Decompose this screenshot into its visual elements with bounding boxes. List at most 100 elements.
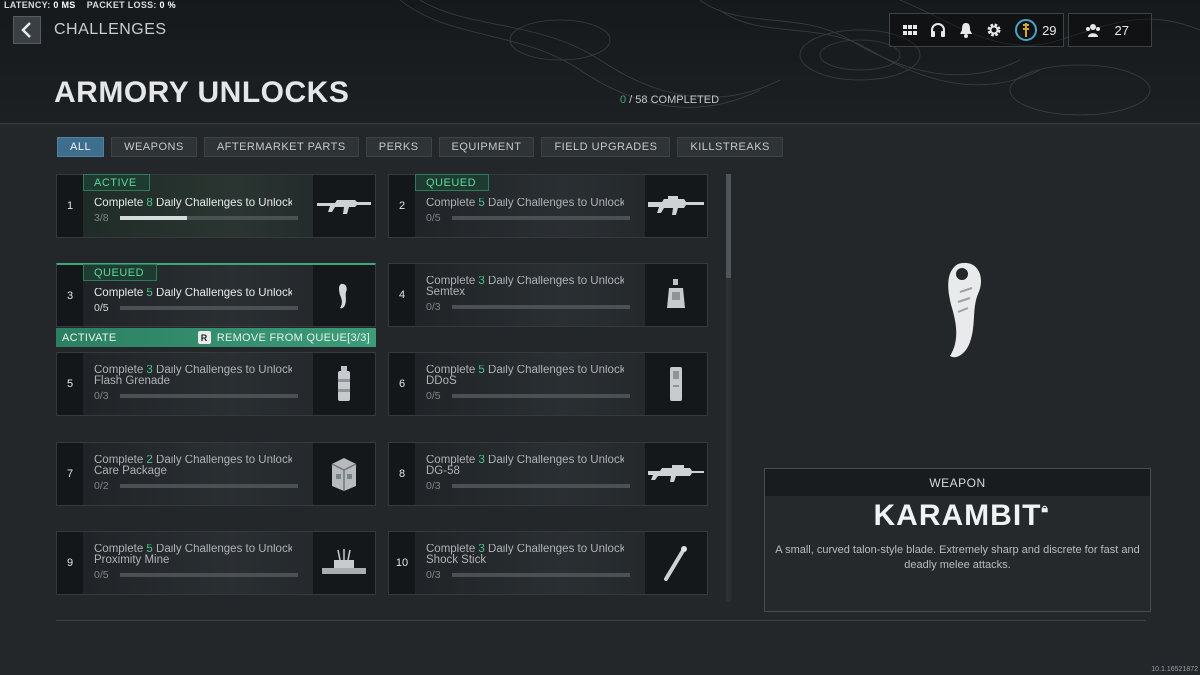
desc-suffix: Daily Challenges to Unlock: [484, 544, 624, 555]
challenge-card-3[interactable]: 3 QUEUED Complete 5 Daily Challenges to …: [56, 263, 376, 327]
r-key-icon: R: [197, 331, 211, 344]
ddos-icon: [670, 367, 682, 401]
challenge-card-6[interactable]: 6 Complete 5 Daily Challenges to Unlock D…: [388, 352, 708, 416]
queued-badge: QUEUED: [415, 174, 490, 191]
desc-prefix: Complete: [426, 198, 479, 209]
challenge-card-7[interactable]: 7 Complete 2 Daily Challenges to Unlock C…: [56, 442, 376, 506]
karambit-icon: [339, 283, 347, 308]
item-thumbnail: [313, 265, 375, 326]
desc-suffix: Daily Challenges to Unlock: [152, 544, 292, 555]
desc-prefix: Complete: [94, 198, 147, 209]
progress-bar: [120, 484, 298, 488]
challenge-description: Complete 5 Daily Challenges to Unlock Hi: [426, 198, 624, 209]
tab-equipment[interactable]: EQUIPMENT: [438, 137, 535, 157]
progress-fill: [120, 216, 187, 220]
active-badge: ACTIVE: [83, 174, 150, 191]
proximity-mine-icon: [322, 549, 366, 574]
network-stats: LATENCY: 0 MS PACKET LOSS: 0 %: [4, 0, 176, 10]
build-version: 10.1.16521872: [1151, 666, 1198, 673]
challenge-card-1[interactable]: 1 ACTIVE Complete 8 Daily Challenges to …: [56, 174, 376, 238]
karambit-preview-icon: [948, 262, 982, 358]
progress-row: 0/2: [94, 480, 298, 492]
challenge-card-8[interactable]: 8 Complete 3 Daily Challenges to Unlock D…: [388, 442, 708, 506]
tab-killstreaks[interactable]: KILLSTREAKS: [677, 137, 783, 157]
progress-row: 0/5: [426, 212, 630, 224]
tab-weapons[interactable]: WEAPONS: [111, 137, 197, 157]
challenge-card-10[interactable]: 10 Complete 3 Daily Challenges to Unlock…: [388, 531, 708, 595]
item-name-wrap: KARAMBIT 🔒︎: [765, 499, 1150, 533]
progress-bar: [452, 484, 630, 488]
challenge-card-9[interactable]: 9 Complete 5 Daily Challenges to Unlock P…: [56, 531, 376, 595]
progress-label: 0/3: [94, 390, 109, 402]
challenge-card-2[interactable]: 2 QUEUED Complete 5 Daily Challenges to …: [388, 174, 708, 238]
list-scrollbar[interactable]: [726, 174, 731, 602]
progress-row: 0/5: [94, 302, 298, 314]
challenge-card-4[interactable]: 4 Complete 3 Daily Challenges to Unlock S…: [388, 263, 708, 327]
challenge-description: Complete 3 Daily Challenges to Unlock Fla…: [94, 365, 292, 387]
desc-suffix: Daily Challenges to Unlock: [484, 365, 624, 376]
latency-value: 0 MS: [53, 0, 76, 10]
progress-label: 0/3: [426, 480, 441, 492]
gear-icon[interactable]: [980, 16, 1008, 44]
scrollbar-thumb[interactable]: [726, 174, 731, 278]
latency-label: LATENCY:: [4, 0, 51, 10]
remove-from-queue-button[interactable]: R REMOVE FROM QUEUE[3/3]: [197, 331, 370, 344]
progress-bar: [452, 573, 630, 577]
item-description: A small, curved talon-style blade. Extre…: [775, 544, 1140, 571]
assault-rifle-icon: [317, 200, 371, 214]
rank-medal-icon: [1015, 19, 1038, 41]
top-right-toolbar: 29 27: [889, 13, 1152, 47]
queue-action-bar: ACTIVATE R REMOVE FROM QUEUE[3/3]: [56, 328, 376, 347]
system-icons: 29: [889, 13, 1064, 47]
completion-counter: 0 / 58 COMPLETED: [620, 94, 719, 106]
tab-perks[interactable]: PERKS: [365, 137, 432, 157]
item-thumbnail: [313, 353, 375, 415]
progress-bar: [120, 394, 298, 398]
progress-bar: [452, 305, 630, 309]
card-number: 7: [57, 443, 83, 505]
packet-loss-value: 0 %: [159, 0, 176, 10]
unlock-item-name: Proximity Mine: [94, 554, 170, 566]
desc-suffix: Daily Challenges to Unlock: [152, 365, 292, 376]
item-thumbnail: [645, 443, 707, 505]
challenge-description: Complete 2 Daily Challenges to Unlock Car…: [94, 455, 292, 477]
item-thumbnail: [313, 443, 375, 505]
desc-prefix: Complete: [94, 288, 147, 299]
bell-icon[interactable]: [952, 16, 980, 44]
card-number: 10: [389, 532, 415, 594]
remove-label: REMOVE FROM QUEUE[3/3]: [216, 331, 370, 344]
challenge-description: Complete 8 Daily Challenges to Unlock Si: [94, 198, 292, 209]
back-button[interactable]: [13, 16, 41, 44]
card-number: 3: [57, 265, 83, 326]
activate-button[interactable]: ACTIVATE: [62, 332, 117, 344]
battle-rifle-icon: [648, 196, 704, 215]
semtex-icon: [667, 279, 685, 308]
progress-label: 0/3: [426, 569, 441, 581]
unlock-item-name: DDoS: [426, 375, 457, 387]
desc-suffix: Daily Challenges to Unlock: [484, 455, 624, 466]
friends-button[interactable]: 27: [1067, 13, 1152, 47]
card-number: 8: [389, 443, 415, 505]
desc-suffix: Daily Challenges to Unlock Hi: [488, 198, 624, 209]
card-number: 6: [389, 353, 415, 415]
tab-aftermarket-parts[interactable]: AFTERMARKET PARTS: [203, 137, 359, 157]
item-detail-panel: WEAPON KARAMBIT 🔒︎ A small, curved talon-…: [764, 468, 1151, 612]
player-level[interactable]: 29: [1008, 18, 1057, 42]
headset-icon[interactable]: [924, 16, 952, 44]
shock-stick-icon: [664, 546, 687, 581]
progress-row: 0/3: [426, 301, 630, 313]
flash-grenade-icon: [338, 366, 350, 401]
friends-icon: [1085, 24, 1100, 37]
progress-row: 0/3: [426, 569, 630, 581]
progress-label: 0/2: [94, 480, 109, 492]
breadcrumb: CHALLENGES: [54, 21, 167, 38]
grid-icon[interactable]: [896, 16, 924, 44]
tab-all[interactable]: ALL: [57, 137, 105, 157]
chevron-left-icon: [21, 22, 31, 38]
progress-bar: [452, 216, 630, 220]
tab-field-upgrades[interactable]: FIELD UPGRADES: [541, 137, 671, 157]
queued-badge: QUEUED: [83, 264, 158, 281]
progress-label: 0/5: [94, 569, 109, 581]
progress-bar: [120, 306, 298, 310]
challenge-card-5[interactable]: 5 Complete 3 Daily Challenges to Unlock F…: [56, 352, 376, 416]
